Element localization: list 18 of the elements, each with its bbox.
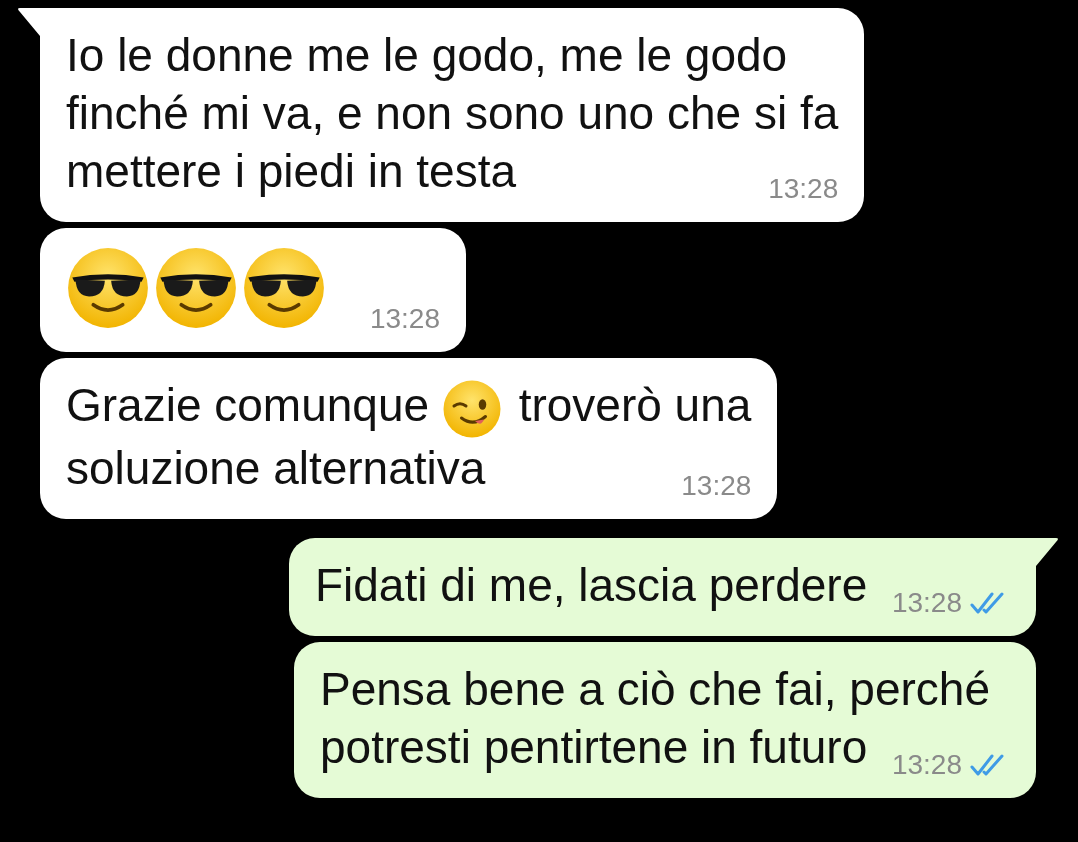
message-time: 13:28 bbox=[681, 468, 752, 503]
message-text: potresti pentirtene in futuro bbox=[320, 720, 868, 773]
message-time: 13:28 bbox=[768, 172, 839, 206]
message-text: soluzione alternativa bbox=[66, 441, 486, 494]
message-text: Grazie comunque bbox=[66, 379, 430, 431]
message-text: finché mi va, e non sono uno che si fa bbox=[66, 87, 839, 139]
sunglasses-face-icon bbox=[66, 246, 150, 330]
message-text: mettere i piedi in testa bbox=[66, 145, 516, 197]
message-text: troverò una bbox=[518, 379, 752, 431]
winking-face-icon bbox=[441, 378, 502, 439]
message-time: 13:28 bbox=[891, 585, 962, 620]
sunglasses-face-icon bbox=[242, 246, 326, 330]
message-time: 13:28 bbox=[891, 747, 962, 782]
message-text: Io le donne me le godo, me le godo bbox=[66, 29, 788, 81]
message-time: 13:28 bbox=[369, 302, 440, 336]
message-text: Pensa bene a ciò che fai, perché bbox=[320, 662, 990, 715]
sunglasses-face-icon bbox=[154, 246, 238, 330]
message-text: Fidati di me, lascia perdere bbox=[314, 558, 868, 611]
